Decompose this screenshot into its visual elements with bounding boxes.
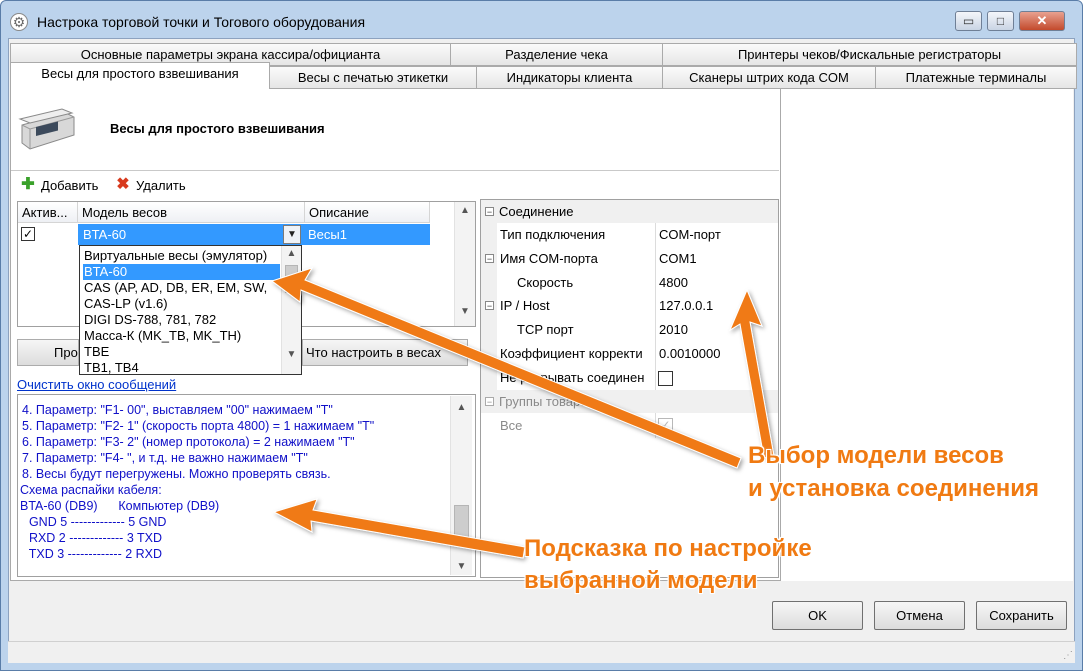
ok-button[interactable]: OK: [772, 601, 863, 630]
scroll-down-icon[interactable]: ▼: [282, 349, 301, 360]
log-line: Схема распайки кабеля:: [20, 483, 162, 497]
tab-label-scales[interactable]: Весы с печатью этикетки: [269, 66, 477, 89]
page-title: Весы для простого взвешивания: [110, 121, 325, 136]
list-item[interactable]: DIGI DS-788, 781, 782: [83, 312, 279, 328]
log-line: 7. Параметр: "F4- ", и т.д. не важно наж…: [22, 451, 308, 465]
list-item[interactable]: TB1, TB4: [83, 360, 279, 376]
property-keep-connection: Не разрывать соединен: [500, 370, 645, 385]
category-product-groups[interactable]: Группы товаров: [481, 390, 778, 413]
active-checkbox[interactable]: ✓: [21, 227, 35, 241]
list-item[interactable]: CAS (AP, AD, DB, ER, EM, SW,: [83, 280, 279, 296]
scroll-down-icon[interactable]: ▼: [455, 306, 475, 317]
list-item[interactable]: CAS-LP (v1.6): [83, 296, 279, 312]
maximize-button[interactable]: □: [987, 11, 1014, 31]
check-button[interactable]: Про: [17, 339, 79, 366]
title-bar: ⚙ Настрока торговой точки и Тогового обо…: [0, 0, 1083, 40]
keep-connection-checkbox[interactable]: [658, 371, 673, 386]
all-checkbox[interactable]: ✓: [658, 418, 673, 433]
plus-icon: ✚: [21, 176, 35, 193]
callout-model-selection-line1: Выбор модели весов: [748, 442, 1004, 469]
model-cell[interactable]: BTA-60: [80, 224, 300, 245]
gear-icon: ⚙: [10, 13, 28, 31]
delete-button-label: Удалить: [136, 177, 186, 193]
log-line: TXD 3 ------------- 2 RXD: [22, 547, 163, 561]
tab-check-split[interactable]: Разделение чека: [450, 43, 663, 66]
right-pane: [781, 87, 1073, 581]
property-ip-host: IP / Host: [500, 298, 550, 313]
close-button[interactable]: ✕: [1019, 11, 1065, 31]
list-item[interactable]: Масса-К (MK_TB, MK_TH): [83, 328, 279, 344]
cancel-button[interactable]: Отмена: [874, 601, 965, 630]
list-item[interactable]: TBE: [83, 344, 279, 360]
delete-icon: ✖: [116, 176, 130, 193]
collapse-icon[interactable]: −: [485, 207, 494, 217]
log-line: 4. Параметр: "F1- 00", выставляем "00" н…: [22, 403, 333, 417]
column-header-active[interactable]: Актив...: [18, 202, 78, 223]
save-button[interactable]: Сохранить: [976, 601, 1067, 630]
description-cell[interactable]: Весы1: [305, 224, 430, 245]
property-conn-type-value[interactable]: COM-порт: [658, 223, 721, 246]
scroll-down-icon[interactable]: ▼: [451, 561, 472, 572]
column-header-model[interactable]: Модель весов: [78, 202, 305, 223]
scale-icon: [18, 108, 75, 150]
property-com-port-value[interactable]: COM1: [658, 247, 697, 270]
column-header-description[interactable]: Описание: [305, 202, 430, 223]
property-tcp-port-value[interactable]: 2010: [658, 318, 688, 341]
callout-model-selection-line2: и установка соединения: [748, 475, 1039, 502]
add-button-label: Добавить: [41, 177, 99, 193]
dropdown-scrollbar[interactable]: ▲ ▼: [281, 246, 301, 374]
callout-hint-line1: Подсказка по настройке: [524, 535, 812, 562]
property-all: Все: [500, 418, 523, 433]
list-item[interactable]: BTA-60: [83, 264, 280, 280]
collapse-icon[interactable]: −: [485, 254, 494, 264]
scroll-thumb[interactable]: [454, 505, 469, 545]
log-line: 8. Весы будут перегружены. Можно проверя…: [22, 467, 331, 481]
delete-button[interactable]: ✖ Удалить: [115, 176, 186, 194]
collapse-icon[interactable]: −: [485, 397, 494, 407]
callout-hint-line2: выбранной модели: [524, 567, 758, 594]
property-speed: Скорость: [517, 275, 574, 290]
property-speed-value[interactable]: 4800: [658, 271, 688, 294]
property-coefficient-value[interactable]: 0.0010000: [658, 342, 720, 365]
log-line: 6. Параметр: "F3- 2" (номер протокола) =…: [22, 435, 355, 449]
resize-grip-icon[interactable]: ⋰: [1063, 650, 1073, 661]
property-ip-host-value[interactable]: 127.0.0.1: [658, 294, 713, 317]
collapse-icon[interactable]: −: [485, 301, 494, 311]
log-line: RXD 2 ------------- 3 TXD: [22, 531, 163, 545]
log-line: GND 5 ------------- 5 GND: [22, 515, 167, 529]
tab-barcode-scanners[interactable]: Сканеры штрих кода COM: [662, 66, 876, 89]
tab-payment-terminals[interactable]: Платежные терминалы: [875, 66, 1077, 89]
tab-simple-scales[interactable]: Весы для простого взвешивания: [10, 62, 270, 88]
property-conn-type: Тип подключения: [500, 227, 606, 242]
scroll-thumb[interactable]: [285, 265, 298, 293]
scroll-up-icon[interactable]: ▲: [451, 402, 472, 413]
property-coefficient: Коэффициент корректи: [500, 346, 643, 361]
log-scrollbar[interactable]: ▲ ▼: [450, 396, 472, 575]
tab-printers[interactable]: Принтеры чеков/Фискальные регистраторы: [662, 43, 1077, 66]
minimize-button[interactable]: ▭: [955, 11, 982, 31]
header-divider: [11, 170, 779, 171]
grid-scrollbar[interactable]: ▲ ▼: [454, 202, 475, 326]
property-tcp-port: TCP порт: [517, 322, 574, 337]
chevron-down-icon[interactable]: ▼: [283, 225, 301, 244]
log-line: BTA-60 (DB9) Компьютер (DB9): [20, 499, 220, 513]
clear-messages-link[interactable]: Очистить окно сообщений: [17, 377, 176, 392]
property-com-port: Имя COM-порта: [500, 251, 598, 266]
scroll-up-icon[interactable]: ▲: [282, 248, 301, 259]
add-button[interactable]: ✚ Добавить: [20, 176, 98, 194]
tab-customer-displays[interactable]: Индикаторы клиента: [476, 66, 663, 89]
list-item[interactable]: Виртуальные весы (эмулятор): [83, 248, 279, 264]
setup-help-button[interactable]: Что настроить в весах: [302, 339, 468, 366]
scroll-up-icon[interactable]: ▲: [455, 205, 475, 216]
window-title: Настрока торговой точки и Тогового обору…: [37, 14, 366, 30]
status-bar: ⋰: [8, 641, 1075, 663]
log-line: 5. Параметр: "F2- 1" (скорость порта 480…: [22, 419, 375, 433]
category-connection[interactable]: Соединение: [481, 200, 778, 223]
